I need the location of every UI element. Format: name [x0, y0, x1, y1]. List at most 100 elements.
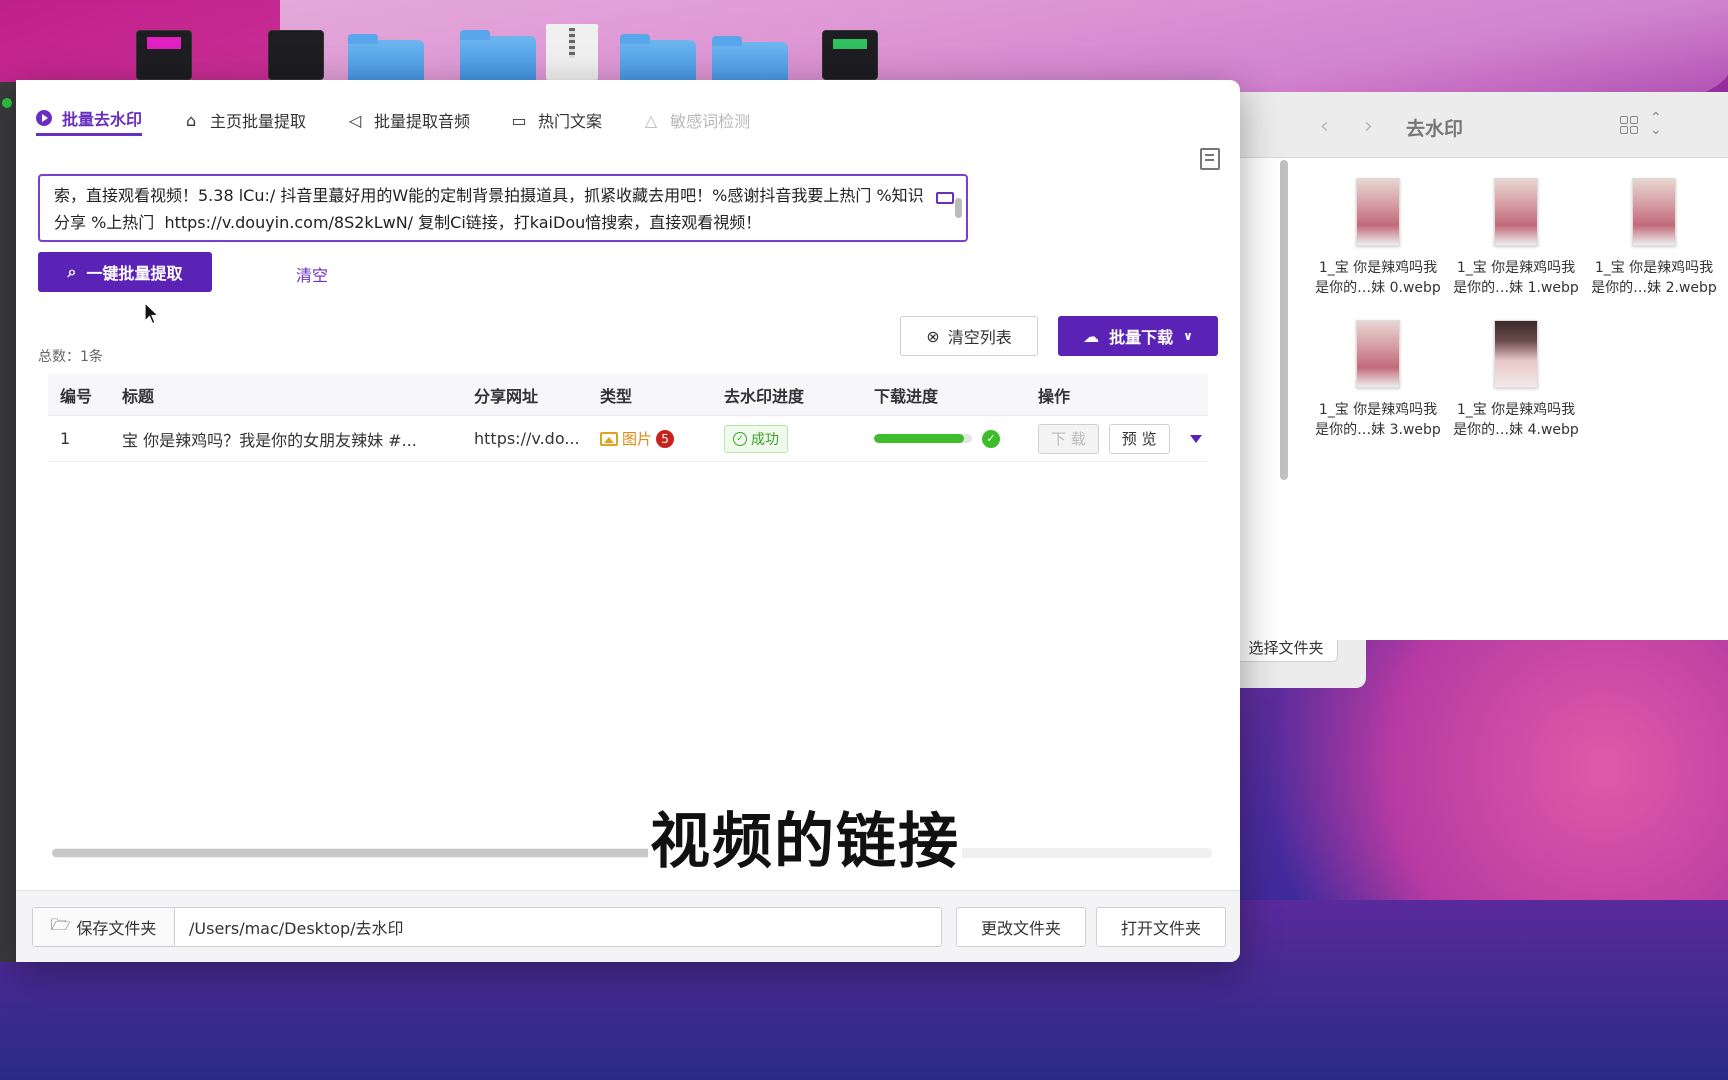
finder-window: ‹ › 去水印 ⌃ ⌄ 1_宝 你是辣鸡吗我 是你的…妹 0.webp 1_宝 你是…: [1240, 92, 1728, 640]
batch-download-button[interactable]: ☁ 批量下载 ∨: [1058, 316, 1218, 356]
input-scrollbar[interactable]: [955, 198, 962, 218]
table-horizontal-scrollbar[interactable]: [52, 848, 1212, 858]
image-thumbnail: [1494, 178, 1538, 246]
file-name-line2: 是你的…妹 1.webp: [1453, 280, 1579, 296]
type-label: 图片: [622, 430, 653, 448]
tab-homepage-extract[interactable]: ⌂ 主页批量提取: [182, 104, 306, 136]
tab-label: 批量去水印: [62, 109, 143, 129]
tab-sensitive-words[interactable]: △ 敏感词检测: [642, 104, 750, 136]
file-name-line2: 是你的…妹 2.webp: [1591, 280, 1717, 296]
footer-bar: 🗁 保存文件夹 /Users/mac/Desktop/去水印 更改文件夹 打开文…: [16, 890, 1240, 962]
table-row[interactable]: 1 宝 你是辣鸡吗？我是你的女朋友辣妹 #... https://v.do...…: [48, 416, 1208, 462]
file-name-line1: 1_宝 你是辣鸡吗我: [1456, 402, 1576, 418]
tab-label: 批量提取音频: [374, 112, 471, 131]
change-folder-button[interactable]: 更改文件夹: [956, 907, 1086, 947]
file-item[interactable]: 1_宝 你是辣鸡吗我 是你的…妹 3.webp: [1308, 320, 1448, 440]
image-thumbnail: [1356, 320, 1400, 388]
results-table: 编号 标题 分享网址 类型 去水印进度 下载进度 操作 1 宝 你是辣鸡吗？我是…: [48, 374, 1208, 860]
button-label: 一键批量提取: [86, 264, 183, 283]
forward-chevron-icon[interactable]: ›: [1364, 114, 1373, 139]
row-url: https://v.do...: [474, 429, 580, 448]
file-item[interactable]: 1_宝 你是辣鸡吗我 是你的…妹 0.webp: [1308, 178, 1448, 298]
file-item[interactable]: 1_宝 你是辣鸡吗我 是你的…妹 2.webp: [1584, 178, 1724, 298]
file-name-line1: 1_宝 你是辣鸡吗我: [1594, 260, 1714, 276]
row-title: 宝 你是辣鸡吗？我是你的女朋友辣妹 #...: [122, 430, 417, 450]
save-folder-label: 🗁 保存文件夹: [33, 908, 175, 946]
check-icon: ✓: [982, 429, 1000, 448]
desktop-app-icon[interactable]: [136, 30, 192, 80]
notes-icon[interactable]: [1200, 148, 1220, 170]
column-header: 编号: [60, 386, 93, 406]
zip-file-icon[interactable]: [546, 24, 598, 80]
status-badge: ✓ 成功: [724, 424, 788, 453]
play-circle-icon: [36, 109, 52, 126]
app-window: 批量去水印 ⌂ 主页批量提取 ◁ 批量提取音频 ▭ 热门文案 △ 敏感词检测 ⌕…: [16, 80, 1240, 962]
search-icon: ⌕: [67, 262, 77, 281]
file-item[interactable]: 1_宝 你是辣鸡吗我 是你的…妹 1.webp: [1446, 178, 1586, 298]
warning-icon: △: [644, 110, 658, 130]
image-thumbnail: [1632, 178, 1676, 246]
tab-audio-extract[interactable]: ◁ 批量提取音频: [346, 104, 470, 136]
close-circle-icon: ⊗: [926, 326, 940, 346]
progress-fill: [874, 434, 965, 443]
keyboard-icon: [936, 192, 954, 204]
column-header: 去水印进度: [724, 386, 805, 406]
image-thumbnail: [1494, 320, 1538, 388]
count-badge: 5: [656, 429, 675, 448]
cloud-download-icon: ☁: [1083, 326, 1100, 346]
image-icon: [600, 431, 618, 446]
type-tag: 图片: [600, 428, 652, 449]
finder-toolbar: ‹ › 去水印 ⌃ ⌄: [1240, 92, 1728, 158]
table-header: 编号 标题 分享网址 类型 去水印进度 下载进度 操作: [48, 374, 1208, 416]
book-icon: ▭: [511, 110, 527, 130]
column-header: 分享网址: [474, 386, 539, 406]
tab-batch-watermark[interactable]: 批量去水印: [36, 104, 143, 136]
link-input-container: [38, 174, 968, 242]
file-item[interactable]: 1_宝 你是辣鸡吗我 是你的…妹 4.webp: [1446, 320, 1586, 440]
tab-bar: 批量去水印 ⌂ 主页批量提取 ◁ 批量提取音频 ▭ 热门文案 △ 敏感词检测: [36, 104, 790, 144]
preview-button[interactable]: 预 览: [1108, 423, 1170, 454]
file-name-line2: 是你的…妹 4.webp: [1453, 422, 1579, 438]
tab-hot-copy[interactable]: ▭ 热门文案: [510, 104, 602, 136]
file-name-line1: 1_宝 你是辣鸡吗我: [1318, 402, 1438, 418]
save-path-field[interactable]: /Users/mac/Desktop/去水印: [175, 908, 941, 946]
window-zoom-dot[interactable]: [2, 98, 12, 108]
chevron-down-icon: ∨: [1183, 329, 1193, 343]
status-label: 成功: [751, 431, 779, 448]
file-name-line1: 1_宝 你是辣鸡吗我: [1456, 260, 1576, 276]
open-folder-button[interactable]: 打开文件夹: [1096, 907, 1226, 947]
finder-title: 去水印: [1406, 118, 1464, 140]
clear-input-button[interactable]: 清空: [296, 262, 328, 286]
file-name-line2: 是你的…妹 3.webp: [1315, 422, 1441, 438]
column-header: 操作: [1038, 386, 1071, 406]
check-circle-icon: ✓: [733, 431, 747, 446]
batch-extract-button[interactable]: ⌕ 一键批量提取: [38, 252, 212, 292]
clear-list-button[interactable]: ⊗ 清空列表: [900, 316, 1038, 356]
column-header: 下载进度: [874, 386, 939, 406]
video-subtitle: 视频的链接: [648, 800, 962, 877]
row-id: 1: [60, 429, 71, 448]
column-header: 标题: [122, 386, 155, 406]
sort-chevron-icon[interactable]: ⌃ ⌄: [1650, 111, 1662, 137]
folder-icon[interactable]: [460, 30, 536, 86]
download-progress-bar: [874, 434, 972, 443]
download-button[interactable]: 下 载: [1038, 423, 1099, 454]
label-text: 保存文件夹: [76, 919, 157, 938]
finder-scrollbar[interactable]: [1280, 160, 1288, 480]
back-chevron-icon[interactable]: ‹: [1320, 114, 1329, 139]
desktop-app-icon[interactable]: [822, 30, 878, 80]
file-name-line1: 1_宝 你是辣鸡吗我: [1318, 260, 1438, 276]
link-input[interactable]: [40, 176, 966, 240]
home-icon: ⌂: [185, 110, 197, 130]
background-window-edge: [0, 82, 16, 962]
mouse-cursor-icon: [144, 302, 160, 325]
folder-open-icon: 🗁: [50, 914, 71, 934]
save-path-group: 🗁 保存文件夹 /Users/mac/Desktop/去水印: [32, 907, 942, 947]
expand-caret-icon[interactable]: [1189, 434, 1202, 443]
desktop-app-icon[interactable]: [268, 30, 324, 80]
file-name-line2: 是你的…妹 0.webp: [1315, 280, 1441, 296]
tab-label: 敏感词检测: [670, 112, 751, 131]
grid-view-icon[interactable]: [1620, 116, 1638, 134]
speaker-icon: ◁: [348, 110, 362, 130]
scrollbar-thumb[interactable]: [52, 849, 652, 857]
